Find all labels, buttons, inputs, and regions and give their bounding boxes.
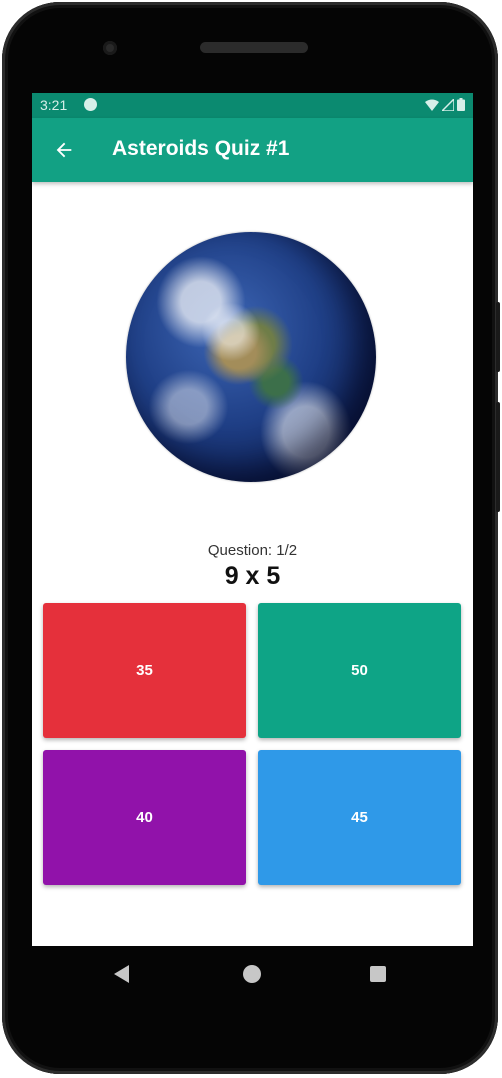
- answer-button-1[interactable]: 35: [43, 603, 246, 738]
- earpiece-speaker: [200, 42, 308, 53]
- nav-home-icon[interactable]: [243, 965, 261, 983]
- status-icons: [425, 98, 465, 111]
- answer-button-2[interactable]: 50: [258, 603, 461, 738]
- arrow-back-icon: [56, 142, 72, 158]
- power-button: [496, 302, 500, 372]
- answer-label: 50: [351, 662, 368, 679]
- front-camera: [103, 41, 117, 55]
- back-button[interactable]: [50, 136, 78, 164]
- app-bar: Asteroids Quiz #1: [32, 118, 473, 182]
- answer-button-3[interactable]: 40: [43, 750, 246, 885]
- nav-back-icon[interactable]: [114, 965, 129, 983]
- answer-button-4[interactable]: 45: [258, 750, 461, 885]
- nav-recents-icon[interactable]: [370, 966, 386, 982]
- wifi-icon: [425, 99, 439, 111]
- earth-image: [126, 232, 376, 482]
- page-title: Asteroids Quiz #1: [112, 137, 290, 160]
- volume-button: [496, 402, 500, 512]
- notification-icon: [84, 98, 97, 111]
- system-nav-bar: [32, 946, 473, 1002]
- status-bar: 3:21: [32, 93, 473, 118]
- answer-label: 35: [136, 662, 153, 679]
- status-time: 3:21: [40, 97, 68, 113]
- answer-label: 45: [351, 809, 368, 826]
- signal-icon: [442, 98, 454, 111]
- question-counter: Question: 1/2: [207, 542, 298, 559]
- phone-frame: 3:21 Asteroids Quiz #1 Question: 1/2 9 x…: [2, 2, 500, 1074]
- battery-icon: [457, 98, 465, 111]
- answer-label: 40: [136, 809, 153, 826]
- question-text: 9 x 5: [224, 562, 281, 590]
- screen: 3:21 Asteroids Quiz #1 Question: 1/2 9 x…: [32, 93, 473, 946]
